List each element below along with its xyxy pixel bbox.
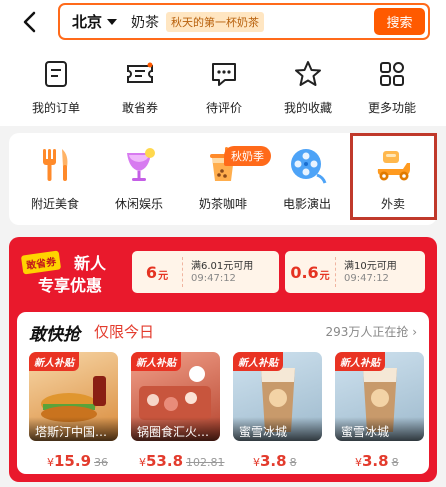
coupon-countdown: 09:47:12 xyxy=(344,273,389,284)
product-price: ¥53.8 102.81 xyxy=(139,452,225,470)
flash-sale-count-link[interactable]: 293万人正在抢 › xyxy=(325,323,417,340)
search-bar[interactable]: 北京 奶茶 秋天的第一杯奶茶 搜索 xyxy=(58,3,430,40)
quick-item-label: 我的收藏 xyxy=(283,101,332,115)
category-movies-shows[interactable]: 电影演出 xyxy=(267,143,347,212)
category-row: 附近美食 休闲娱乐 奶茶咖啡 秋奶季 电影演出 外卖 xyxy=(9,133,437,225)
flash-sale-subtitle: 仅限今日 xyxy=(94,323,155,341)
promo-section: 敢省券 新人 专享优惠 6 元 满6.01元可用 09:47:12 0.6 元 … xyxy=(9,237,437,482)
takeout-highlight-box xyxy=(350,133,437,220)
coupon-unit: 元 xyxy=(158,270,169,282)
quick-item-label: 待评价 xyxy=(205,101,242,115)
quick-item-label: 敢省券 xyxy=(121,101,158,115)
coupon-amount: 6 xyxy=(145,262,158,282)
current-price: 15.9 xyxy=(54,452,92,470)
star-icon xyxy=(295,61,321,86)
product-name: 塔斯汀中国… xyxy=(29,417,118,441)
category-label: 休闲娱乐 xyxy=(114,197,163,211)
badge-line1: 新人 xyxy=(74,254,107,273)
product-price: ¥3.8 8 xyxy=(355,452,399,470)
badge-line2: 专享优惠 xyxy=(38,276,103,295)
original-price: 8 xyxy=(391,456,399,469)
category-label: 奶茶咖啡 xyxy=(198,197,247,211)
film-reel-icon xyxy=(291,149,327,184)
subsidy-tag: 新人补贴 xyxy=(29,352,79,371)
product-card[interactable]: 新人补贴 锅圈食汇火… xyxy=(131,352,220,441)
quick-item-more[interactable]: 更多功能 xyxy=(352,58,432,116)
current-price: 53.8 xyxy=(146,452,184,470)
subsidy-tag: 新人补贴 xyxy=(233,352,283,371)
badge-tag: 敢省券 xyxy=(20,250,62,275)
coupon-card[interactable]: 0.6 元 满10元可用 09:47:12 xyxy=(285,251,425,293)
participant-count: 293万人正在抢 xyxy=(325,325,409,339)
coupon-condition: 满10元可用 xyxy=(344,261,397,272)
coupon-countdown: 09:47:12 xyxy=(191,273,236,284)
original-price: 102.81 xyxy=(186,456,225,469)
fork-knife-icon xyxy=(43,149,68,181)
search-suggestion-chip[interactable]: 秋天的第一杯奶茶 xyxy=(166,11,265,32)
product-name: 蜜雪冰城 xyxy=(335,417,424,441)
coupon-card[interactable]: 6 元 满6.01元可用 09:47:12 xyxy=(132,251,279,293)
category-leisure[interactable]: 休闲娱乐 xyxy=(99,143,179,212)
coupon-condition: 满6.01元可用 xyxy=(191,261,254,272)
product-name: 锅圈食汇火… xyxy=(131,417,220,441)
cocktail-icon xyxy=(127,148,155,181)
caret-down-icon xyxy=(107,18,118,25)
original-price: 8 xyxy=(289,456,297,469)
review-icon xyxy=(212,63,236,86)
quick-item-coupons[interactable]: 敢省券 xyxy=(100,58,180,116)
current-price: 3.8 xyxy=(362,452,389,470)
product-card[interactable]: 新人补贴 蜜雪冰城 xyxy=(335,352,424,441)
quick-actions: 我的订单 敢省券 待评价 我的收藏 更多功能 xyxy=(0,46,446,126)
category-label: 电影演出 xyxy=(282,197,331,211)
quick-item-orders[interactable]: 我的订单 xyxy=(16,58,96,116)
coupon-icon xyxy=(127,62,153,83)
search-button[interactable]: 搜索 xyxy=(374,8,425,35)
product-price: ¥15.9 36 xyxy=(47,452,109,470)
product-card[interactable]: 新人补贴 蜜雪冰城 xyxy=(233,352,322,441)
subsidy-tag: 新人补贴 xyxy=(131,352,181,371)
chevron-right-icon: › xyxy=(412,325,417,339)
newcomer-badge: 敢省券 新人 专享优惠 xyxy=(20,250,126,296)
original-price: 36 xyxy=(94,456,109,469)
coupon-amount: 0.6 xyxy=(290,262,319,282)
top-bar: 北京 奶茶 秋天的第一杯奶茶 搜索 xyxy=(0,0,446,46)
product-price: ¥3.8 8 xyxy=(253,452,297,470)
city-selector[interactable]: 北京 xyxy=(72,11,102,32)
search-query[interactable]: 奶茶 xyxy=(131,12,159,32)
grid-icon xyxy=(380,62,404,86)
orders-icon xyxy=(45,61,67,87)
coupon-unit: 元 xyxy=(319,270,330,282)
seasonal-tag: 秋奶季 xyxy=(224,146,271,166)
quick-item-label: 更多功能 xyxy=(367,101,416,115)
category-label: 附近美食 xyxy=(30,197,79,211)
product-name: 蜜雪冰城 xyxy=(233,417,322,441)
current-price: 3.8 xyxy=(260,452,287,470)
subsidy-tag: 新人补贴 xyxy=(335,352,385,371)
product-card[interactable]: 新人补贴 塔斯汀中国… xyxy=(29,352,118,441)
quick-item-favorites[interactable]: 我的收藏 xyxy=(268,58,348,116)
flash-sale-panel: 敢快抢 仅限今日 293万人正在抢 › 新人补贴 塔斯汀中国… 新人补贴 锅圈食… xyxy=(17,312,429,474)
category-nearby-food[interactable]: 附近美食 xyxy=(15,143,95,212)
quick-item-review[interactable]: 待评价 xyxy=(184,58,264,116)
quick-item-label: 我的订单 xyxy=(31,101,80,115)
back-button[interactable] xyxy=(14,6,44,38)
flash-sale-title: 敢快抢 xyxy=(29,325,80,345)
chevron-left-icon xyxy=(23,11,36,33)
